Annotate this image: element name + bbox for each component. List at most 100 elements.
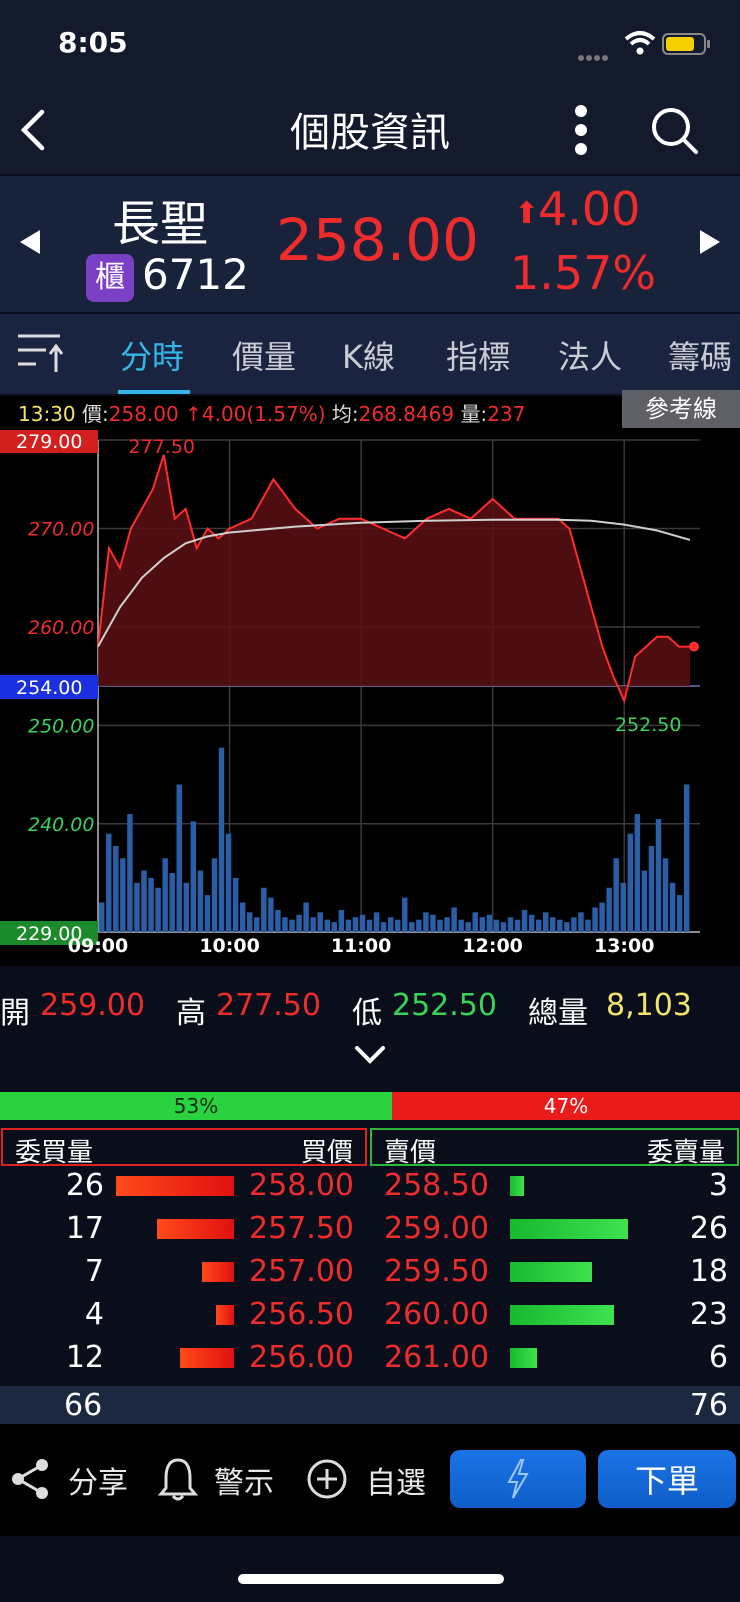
volume-bar: [204, 895, 211, 932]
tab-indicators[interactable]: 指標: [446, 332, 510, 378]
volume-bar: [148, 877, 154, 932]
tab-time-share[interactable]: 分時: [120, 332, 184, 378]
search-icon[interactable]: [650, 106, 700, 156]
volume-bar: [521, 909, 528, 932]
volume-bar: [345, 919, 352, 932]
volume-bar: [331, 922, 338, 932]
bid-volume: 7: [84, 1254, 104, 1289]
volume-bar: [634, 814, 641, 932]
last-price-dot: [689, 641, 699, 652]
buy-sell-ratio-bar: 53% 47%: [0, 1092, 740, 1120]
orderbook-totals: 66 76: [0, 1386, 740, 1428]
share-button[interactable]: 分享: [10, 1454, 140, 1504]
orderbook-row[interactable]: 12 256.00 261.00 6: [0, 1340, 740, 1380]
high-value: 277.50: [216, 988, 321, 1023]
low-value: 252.50: [392, 988, 497, 1023]
info-time: 13:30: [18, 402, 76, 426]
volume-bar: [155, 887, 161, 932]
volume-bar: [141, 870, 147, 932]
bid-volume-header: 委買量: [15, 1138, 94, 1168]
volume-bar: [169, 873, 175, 932]
quick-order-button[interactable]: [450, 1450, 586, 1508]
volume-bar: [493, 919, 500, 932]
ask-volume-bar: [510, 1348, 537, 1368]
high-label: 高: [176, 996, 206, 1031]
bid-price-header: 買價: [300, 1138, 353, 1168]
watchlist-button[interactable]: 自選: [306, 1454, 436, 1504]
stock-name: 長聖: [112, 196, 209, 252]
volume-bar: [641, 870, 648, 932]
volume-bar: [239, 902, 246, 932]
volume-bar: [275, 909, 281, 932]
ask-volume: 26: [689, 1211, 728, 1246]
open-value: 259.00: [40, 988, 145, 1023]
sell-ratio-text: 47%: [543, 1094, 589, 1118]
tab-price-volume[interactable]: 價量: [232, 332, 296, 378]
orderbook-row[interactable]: 4 256.50 260.00 23: [0, 1297, 740, 1337]
bid-volume: 26: [65, 1168, 104, 1203]
more-icon[interactable]: [574, 104, 588, 156]
volume-bar: [247, 912, 253, 932]
stock-change: 4.00: [538, 182, 641, 236]
volume-bar: [606, 887, 612, 932]
app-header: 個股資訊: [0, 90, 740, 174]
volume-bar: [535, 919, 542, 932]
y-tick-label: 240.00: [28, 814, 94, 836]
volume-bar: [571, 917, 577, 932]
info-avg: 268.8469: [358, 402, 455, 426]
y-tick-label: 254.00: [16, 677, 82, 699]
sell-ratio-fill: 47%: [392, 1092, 740, 1120]
bell-icon: [158, 1458, 198, 1501]
ask-price: 261.00: [384, 1340, 489, 1375]
signal-icon: [578, 46, 614, 61]
place-order-button[interactable]: 下單: [598, 1450, 736, 1508]
sort-menu-icon[interactable]: [16, 332, 66, 376]
volume-bar: [648, 845, 655, 932]
volume-bar: [514, 919, 521, 932]
volume-bar: [423, 912, 429, 932]
volume-bar: [268, 897, 274, 932]
page-title: 個股資訊: [290, 110, 450, 156]
volume-bar: [190, 821, 197, 932]
open-label: 開: [0, 996, 30, 1031]
bid-price: 256.50: [249, 1297, 354, 1332]
volume-bar: [627, 833, 634, 932]
ask-volume-bar: [510, 1219, 628, 1239]
orderbook-row[interactable]: 7 257.00 259.50 18: [0, 1254, 740, 1294]
tab-kline[interactable]: K線: [342, 332, 395, 378]
bid-volume-bar: [180, 1348, 234, 1368]
next-stock-icon[interactable]: [696, 228, 724, 256]
volume-bar: [430, 914, 436, 932]
orderbook-row[interactable]: 17 257.50 259.00 26: [0, 1211, 740, 1251]
alert-label: 警示: [214, 1466, 274, 1501]
info-price: 258.00: [108, 402, 179, 426]
ask-volume: 6: [708, 1340, 728, 1375]
bottom-toolbar: 分享 警示 自選 下單: [0, 1424, 740, 1536]
alert-button[interactable]: 警示: [158, 1454, 288, 1504]
volume-bar: [416, 919, 422, 932]
volume-bar: [218, 747, 225, 932]
tab-chips[interactable]: 籌碼: [668, 332, 732, 378]
orderbook-row[interactable]: 26 258.00 258.50 3: [0, 1168, 740, 1208]
reference-line-button[interactable]: 參考線: [622, 390, 740, 428]
y-tick-label: 260.00: [28, 617, 94, 639]
volume-bar: [465, 922, 471, 932]
intraday-chart-panel: 13:30 價:258.00 ↑4.00(1.57%) 均:268.8469 量…: [0, 390, 740, 966]
volume-bar: [338, 909, 345, 932]
intraday-chart[interactable]: 279.00270.00260.00254.00250.00240.00229.…: [0, 430, 740, 966]
ask-price: 259.50: [384, 1254, 489, 1289]
info-avg-label: 均:: [331, 402, 359, 426]
prev-stock-icon[interactable]: [16, 228, 44, 256]
place-order-label: 下單: [634, 1462, 699, 1500]
tab-active-underline: [118, 390, 190, 394]
volume-bar: [303, 902, 309, 932]
info-price-label: 價:: [82, 402, 109, 426]
expand-chevron-icon[interactable]: [354, 1044, 386, 1066]
volume-bar: [106, 833, 112, 932]
orderbook-ask-header: 賣價 委賣量: [370, 1128, 739, 1168]
volume-bar: [366, 919, 373, 932]
tab-institutional[interactable]: 法人: [558, 332, 622, 378]
ask-volume: 23: [689, 1297, 728, 1332]
info-change: 4.00(1.57%): [201, 402, 326, 426]
volume-bar: [402, 897, 408, 932]
